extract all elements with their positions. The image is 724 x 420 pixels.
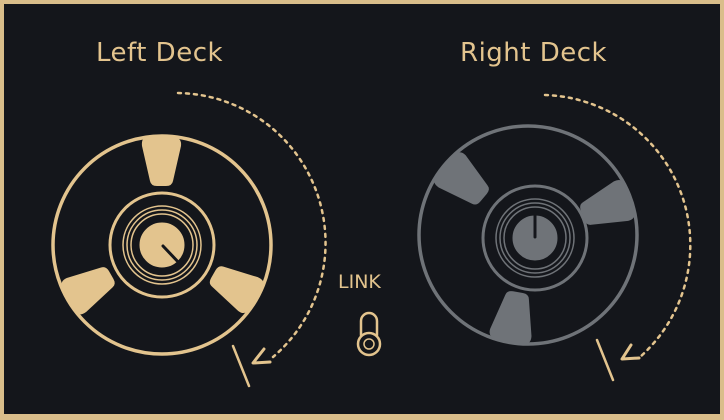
right-knob-icon[interactable] [509, 212, 561, 264]
right-tape-lead [595, 338, 615, 382]
left-knob-icon[interactable] [136, 219, 188, 271]
deck-stage [51, 91, 692, 388]
right-deck [417, 93, 692, 382]
left-tape-lead [231, 344, 251, 388]
left-deck [51, 91, 327, 388]
link-toggle-switch-icon[interactable] [356, 311, 382, 357]
